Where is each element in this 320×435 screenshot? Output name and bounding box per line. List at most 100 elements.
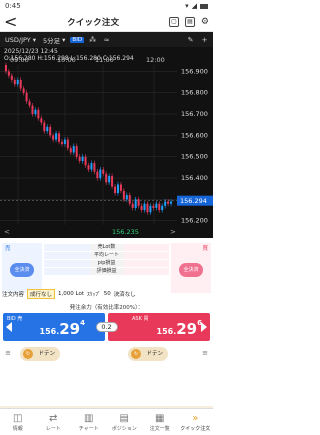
bid-toggle[interactable]: BID: [70, 36, 85, 43]
order-options: 注文内容 成行なし 1,000 Lot ｽﾘｯﾌﾟ 50 決済なし: [2, 288, 211, 300]
ask-tag: ASK 買: [132, 316, 149, 322]
current-price-label: 156.294: [180, 197, 207, 205]
candle: [170, 201, 173, 204]
settle-all-sell-button[interactable]: 全決済: [10, 263, 34, 277]
candle: [108, 175, 111, 183]
sell-bid-button[interactable]: BID 売 156.294: [3, 313, 105, 341]
candle: [128, 195, 131, 204]
status-time: 0:45: [5, 2, 21, 10]
sell-label: 売: [5, 246, 11, 252]
row-label: 売Lot数: [89, 244, 124, 251]
order-type-select[interactable]: 成行なし: [27, 289, 56, 299]
chart-toolbar: USD/JPY ▾ 5分足 ▾ BID ⁂ ≈ ✎ +: [0, 32, 213, 47]
candle: [149, 205, 152, 213]
scroll-left-icon: <: [4, 228, 10, 236]
candle: [55, 133, 58, 140]
row-label: 平均レート: [89, 252, 124, 259]
nav-orders[interactable]: ▦ 注文一覧: [142, 409, 178, 435]
price-tick-label: 156.200: [181, 217, 208, 225]
candle: [90, 163, 93, 170]
low-price-label: 156.235: [112, 228, 139, 236]
drag-handle-icon[interactable]: ≡: [201, 349, 209, 357]
time-tick-label: 11:00: [95, 56, 114, 64]
indicator-icon[interactable]: ⁂: [87, 36, 98, 44]
chart-icon: ▥: [84, 413, 94, 424]
candle: [28, 101, 31, 106]
available-margin: 発注余力（有効比率200%）：: [69, 305, 144, 311]
page-title: クイック注文: [67, 17, 120, 28]
candle: [40, 118, 43, 123]
price-tick-label: 156.700: [181, 110, 208, 118]
calendar-icon[interactable]: ▤: [184, 16, 195, 27]
line-tool-icon[interactable]: ≈: [101, 36, 112, 44]
slippage-value[interactable]: 50: [104, 291, 111, 297]
candle: [122, 190, 125, 200]
info-icon: ◫: [13, 413, 23, 424]
candle: [7, 71, 10, 76]
add-icon[interactable]: +: [199, 36, 210, 44]
time-tick-label: 10:00: [57, 56, 76, 64]
price-tick-label: 156.400: [181, 174, 208, 182]
candle: [155, 203, 158, 208]
orders-icon: ▦: [155, 413, 165, 424]
wifi-icon: ▾: [185, 2, 189, 10]
sell-side: 売 全決済: [2, 243, 42, 293]
pair-selector[interactable]: USD/JPY ▾: [3, 34, 38, 45]
candle: [152, 205, 155, 208]
buy-ask-button[interactable]: ASK 買 156.296: [108, 313, 210, 341]
candle: [81, 156, 84, 161]
row-label: 評価損益: [89, 268, 124, 275]
nav-chart[interactable]: ▥ チャート: [71, 409, 107, 435]
bottom-nav: ◫ 情報 ⇄ レート ▥ チャート ▤ ポジション ▦ 注文一覧 » クイック注文: [0, 408, 213, 435]
nav-quick-order[interactable]: » クイック注文: [178, 409, 214, 435]
battery-icon: [200, 3, 208, 9]
candle: [96, 171, 99, 179]
nav-rate[interactable]: ⇄ レート: [36, 409, 72, 435]
chart-canvas: 156.900 156.800 156.700 156.600 156.500 156.4…: [0, 56, 213, 236]
news-icon[interactable]: ▢: [168, 16, 179, 27]
reverse-icon: ↻: [23, 349, 33, 359]
price-chart[interactable]: 2025/12/23 12:45 O:156.280 H:156.298 L:1…: [0, 47, 213, 238]
position-summary: 売Lot数 平均レート pip損益 評価損益: [44, 244, 169, 275]
settle-all-buy-button[interactable]: 全決済: [179, 263, 203, 277]
nav-info[interactable]: ◫ 情報: [0, 409, 36, 435]
candle: [105, 173, 108, 183]
price-buttons: BID 売 156.294 ASK 買 156.296 0.2: [0, 313, 213, 343]
candle: [111, 175, 114, 187]
candle: [84, 156, 87, 166]
nav-position[interactable]: ▤ ポジション: [107, 409, 143, 435]
settle-select[interactable]: 決済なし: [114, 290, 136, 298]
arrow-left-icon: [6, 322, 12, 332]
reverse-button-sell[interactable]: ↻ ドテン: [20, 347, 60, 361]
candle: [143, 203, 146, 211]
candle: [131, 203, 134, 208]
gear-icon[interactable]: ⚙: [201, 17, 209, 27]
candle: [75, 146, 78, 157]
candle: [158, 203, 161, 211]
candle: [137, 199, 140, 206]
candle: [102, 169, 105, 174]
position-icon: ▤: [119, 413, 129, 424]
reverse-button-buy[interactable]: ↻ ドテン: [128, 347, 168, 361]
position-panel: 売 全決済 買 全決済 売Lot数 平均レート pip損益 評価損益 注文内容 …: [0, 238, 213, 303]
time-tick-label: 12:00: [146, 56, 165, 64]
candle: [66, 139, 69, 149]
candle: [119, 184, 122, 191]
bid-tag: BID 売: [7, 316, 23, 322]
candle: [13, 79, 16, 85]
buy-label: 買: [202, 246, 208, 252]
time-tick-label: 09:00: [10, 56, 29, 64]
candle: [19, 79, 22, 89]
price-tick-label: 156.900: [181, 67, 208, 75]
back-icon[interactable]: <: [4, 12, 17, 31]
candle: [146, 203, 149, 213]
reverse-icon: ↻: [131, 349, 141, 359]
chevron-down-icon: ▾: [32, 35, 37, 44]
pen-icon[interactable]: ✎: [185, 36, 196, 44]
timeframe-selector[interactable]: 5分足 ▾: [41, 34, 67, 45]
drag-handle-icon[interactable]: ≡: [4, 349, 12, 357]
quick-order-icon: »: [192, 413, 199, 424]
lot-select[interactable]: 1,000 Lot: [58, 291, 84, 297]
candle: [114, 186, 117, 193]
chevron-down-icon: ▾: [62, 35, 66, 44]
